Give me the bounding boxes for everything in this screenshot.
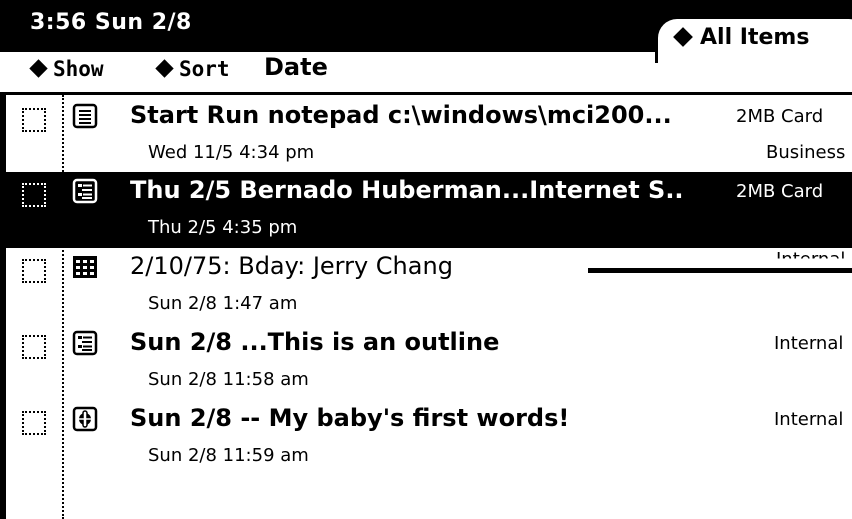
- checkbox[interactable]: [22, 411, 46, 435]
- status-bar: 3:56 Sun 2/8 All Items: [0, 0, 852, 63]
- item-store: 2MB Card: [736, 181, 824, 202]
- list-item[interactable]: Start Run notepad c:\windows\mci200... 2…: [6, 97, 852, 173]
- item-timestamp: Thu 2/5 4:35 pm: [148, 217, 298, 238]
- menu-bar: Show Sort Date: [0, 52, 852, 95]
- item-timestamp: Wed 11/5 4:34 pm: [148, 142, 315, 163]
- checkbox[interactable]: [22, 108, 46, 132]
- checkbox[interactable]: [22, 259, 46, 283]
- item-title: Thu 2/5 Bernado Huberman...Internet S..: [130, 176, 684, 204]
- item-store: Internal: [776, 249, 846, 270]
- show-menu-label: Show: [53, 57, 104, 81]
- checkbox[interactable]: [22, 335, 46, 359]
- diamond-icon: [29, 59, 48, 78]
- list-item[interactable]: Sun 2/8 ...This is an outline Internal S…: [6, 324, 852, 400]
- outline-icon: [72, 178, 98, 204]
- sort-value: Date: [264, 53, 328, 81]
- list-item[interactable]: Sun 2/8 -- My baby's first words! Intern…: [6, 400, 852, 476]
- item-timestamp: Sun 2/8 11:59 am: [148, 445, 309, 466]
- checkbox[interactable]: [22, 183, 46, 207]
- item-store: Internal: [774, 409, 844, 430]
- item-folder: Business: [766, 142, 846, 163]
- audio-note-icon: [72, 406, 98, 432]
- item-timestamp: Sun 2/8 1:47 am: [148, 293, 298, 314]
- item-title: Start Run notepad c:\windows\mci200...: [130, 101, 672, 129]
- calendar-icon: [73, 256, 97, 278]
- item-store: 2MB Card: [736, 106, 824, 127]
- diamond-icon: [673, 27, 693, 47]
- diamond-icon: [155, 59, 174, 78]
- notepad-icon: [72, 103, 98, 129]
- sort-menu-label: Sort: [179, 57, 230, 81]
- outline-icon: [72, 330, 98, 356]
- item-store: Internal: [774, 333, 844, 354]
- item-title: 2/10/75: Bday: Jerry Chang: [130, 252, 453, 280]
- show-menu[interactable]: Show: [29, 57, 104, 81]
- list-item[interactable]: Thu 2/5 Bernado Huberman...Internet S.. …: [6, 172, 852, 248]
- tab-label: All Items: [700, 25, 810, 50]
- drag-indicator: [588, 268, 852, 273]
- item-title: Sun 2/8 -- My baby's first words!: [130, 404, 570, 432]
- clock[interactable]: 3:56 Sun 2/8: [30, 10, 192, 35]
- item-title: Sun 2/8 ...This is an outline: [130, 328, 500, 356]
- sort-menu[interactable]: Sort: [155, 57, 230, 81]
- list-item[interactable]: 2/10/75: Bday: Jerry Chang Internal Sun …: [6, 248, 852, 324]
- item-timestamp: Sun 2/8 11:58 am: [148, 369, 309, 390]
